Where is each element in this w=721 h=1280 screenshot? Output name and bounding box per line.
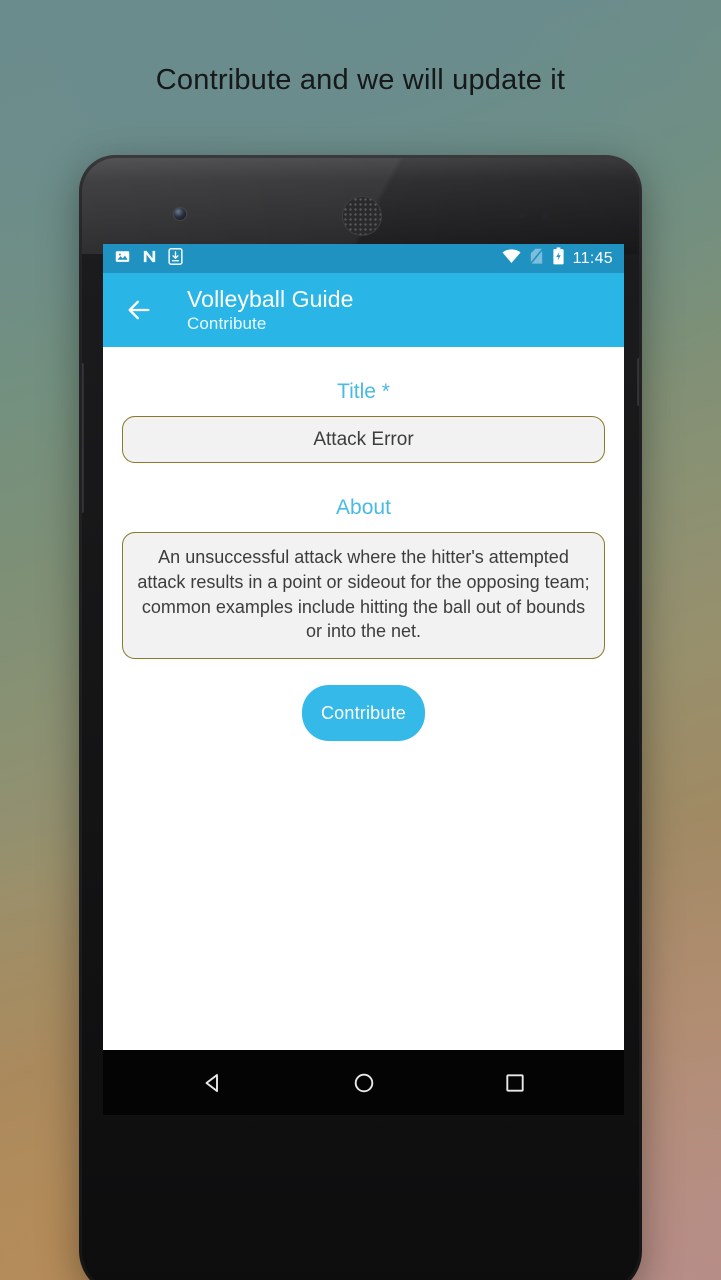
no-sim-icon xyxy=(529,247,544,270)
phone-screen: 11:45 Volleyball Guide Contribute Title … xyxy=(103,244,624,1115)
nav-home-icon[interactable] xyxy=(347,1066,381,1100)
about-textarea[interactable]: An unsuccessful attack where the hitter'… xyxy=(122,532,605,660)
proximity-sensor-icon xyxy=(519,212,526,219)
app-title: Volleyball Guide xyxy=(187,285,354,312)
title-label-text: Title xyxy=(337,380,376,403)
download-icon xyxy=(168,247,183,270)
submit-row: Contribute xyxy=(122,685,605,742)
android-navigation-bar xyxy=(103,1050,624,1115)
light-sensor-icon xyxy=(542,212,549,219)
power-button[interactable] xyxy=(637,358,639,406)
back-arrow-icon[interactable] xyxy=(125,296,153,324)
form-content: Title * Attack Error About An unsuccessf… xyxy=(103,380,624,742)
volume-button[interactable] xyxy=(82,363,84,513)
phone-bezel: 11:45 Volleyball Guide Contribute Title … xyxy=(82,158,639,1280)
status-bar-left-icons xyxy=(114,247,183,270)
status-bar-clock: 11:45 xyxy=(572,249,613,267)
app-subtitle: Contribute xyxy=(187,313,267,333)
front-camera-icon xyxy=(174,208,186,220)
required-asterisk: * xyxy=(381,380,390,403)
toolbar-titles: Volleyball Guide Contribute xyxy=(187,287,354,333)
image-icon xyxy=(114,248,131,270)
earpiece-speaker-icon xyxy=(342,196,382,236)
status-bar-right-icons: 11:45 xyxy=(502,247,613,270)
battery-charging-icon xyxy=(552,247,565,270)
title-input[interactable]: Attack Error xyxy=(122,416,605,463)
android-n-icon xyxy=(141,248,158,270)
about-field-label: About xyxy=(336,496,391,519)
app-toolbar: Volleyball Guide Contribute xyxy=(103,273,624,347)
nav-back-icon[interactable] xyxy=(196,1066,230,1100)
wifi-icon xyxy=(502,248,521,269)
page-headline: Contribute and we will update it xyxy=(155,64,566,96)
title-field-label: Title * xyxy=(122,380,605,404)
contribute-button[interactable]: Contribute xyxy=(302,685,425,742)
phone-device-frame: 11:45 Volleyball Guide Contribute Title … xyxy=(79,155,642,1280)
nav-recents-icon[interactable] xyxy=(498,1066,532,1100)
status-bar: 11:45 xyxy=(103,244,624,273)
